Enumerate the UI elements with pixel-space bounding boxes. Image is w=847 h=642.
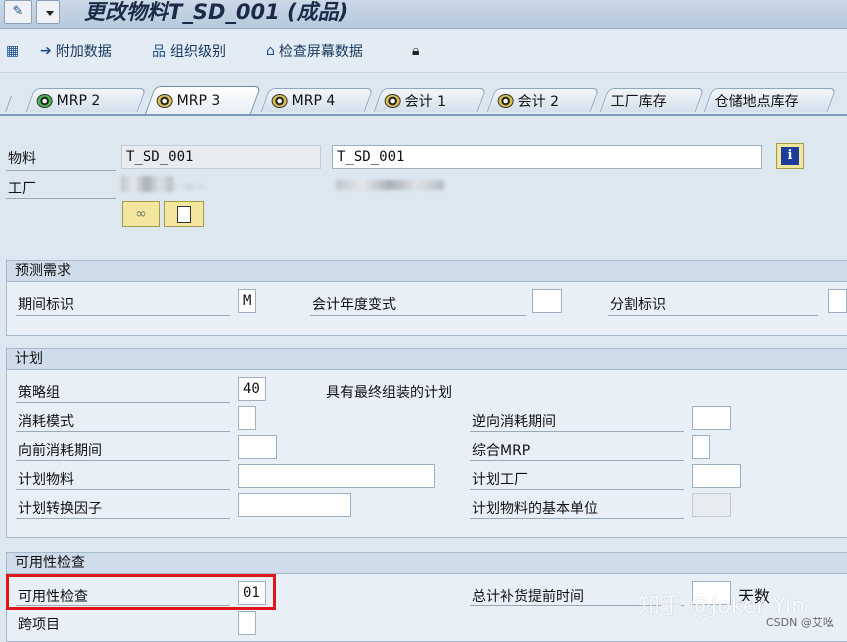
document-icon <box>177 205 191 223</box>
tab-accounting-2[interactable]: 会计 2 <box>486 88 600 112</box>
consumption-mode-field[interactable] <box>238 406 256 430</box>
planning-plant-label: 计划工厂 <box>472 472 528 488</box>
check-data-icon: ⌂ <box>266 43 275 59</box>
tab-label: 工厂库存 <box>610 93 667 110</box>
divider <box>6 170 116 171</box>
planning-material-label: 计划物料 <box>18 472 74 488</box>
plant-value-redacted <box>121 176 173 192</box>
forecast-group-title: 预测需求 <box>6 260 847 282</box>
availability-group-title: 可用性检查 <box>6 552 847 574</box>
info-button[interactable]: i <box>776 143 804 169</box>
mixed-mrp-field[interactable] <box>692 435 710 459</box>
strategy-group-field[interactable]: 40 <box>238 377 266 401</box>
divider <box>16 489 230 490</box>
conversion-factor-field[interactable] <box>238 493 351 517</box>
views-icon: ▦ <box>6 43 20 59</box>
lock-button[interactable]: 🔒︎ <box>412 40 419 62</box>
availability-check-label: 可用性检查 <box>18 589 88 605</box>
forward-consumption-field[interactable] <box>238 435 277 459</box>
org-levels-label: 组织级别 <box>170 44 226 60</box>
divider <box>16 518 230 519</box>
plant-description-redacted <box>336 180 444 190</box>
planning-uom-label: 计划物料的基本单位 <box>472 501 598 517</box>
divider <box>470 431 684 432</box>
glasses-display-button[interactable]: ∞ <box>122 201 160 227</box>
strategy-group-description: 具有最终组装的计划 <box>326 385 452 401</box>
tab-label: 会计 2 <box>517 93 560 110</box>
status-yellow-icon <box>271 93 288 108</box>
additional-data-button[interactable]: ➔ 附加数据 <box>40 40 112 62</box>
conversion-factor-label: 计划转换因子 <box>18 501 102 517</box>
divider <box>6 198 116 199</box>
plant-label: 工厂 <box>8 181 36 197</box>
display-change-icon[interactable]: ✎ <box>4 0 32 24</box>
tab-storage-location-stock[interactable]: 仓储地点库存 <box>703 88 837 112</box>
divider <box>310 315 526 316</box>
cross-project-label: 跨项目 <box>18 617 60 633</box>
period-indicator-label: 期间标识 <box>18 297 74 313</box>
redaction <box>174 184 204 189</box>
status-green-icon <box>36 93 53 108</box>
lock-icon: 🔒︎ <box>412 43 420 59</box>
csdn-watermark: CSDN @艾吆 <box>766 616 834 629</box>
window-title: 更改物料T_SD_001 (成品) <box>84 0 349 24</box>
org-levels-button[interactable]: 品 组织级别 <box>152 40 226 62</box>
cross-project-checkbox[interactable] <box>238 611 256 635</box>
status-yellow-icon <box>497 93 514 108</box>
check-screen-data-label: 检查屏幕数据 <box>278 44 363 60</box>
material-number-field: T_SD_001 <box>121 145 321 169</box>
planning-plant-field[interactable] <box>692 464 741 488</box>
dropdown-menu-icon[interactable] <box>36 0 60 24</box>
divider <box>16 431 230 432</box>
planning-material-field[interactable] <box>238 464 435 488</box>
status-yellow-icon <box>156 93 173 108</box>
tab-label: MRP 4 <box>291 92 336 109</box>
arrow-right-icon: ➔ <box>40 43 52 59</box>
additional-data-label: 附加数据 <box>55 44 112 60</box>
tab-accounting-1[interactable]: 会计 1 <box>373 88 487 112</box>
tab-label: MRP 2 <box>56 92 101 109</box>
consumption-mode-label: 消耗模式 <box>18 414 74 430</box>
org-structure-icon: 品 <box>152 44 166 60</box>
tab-mrp-2[interactable]: MRP 2 <box>25 88 147 112</box>
glasses-icon: ∞ <box>135 206 147 222</box>
backward-consumption-field[interactable] <box>692 406 731 430</box>
availability-check-field[interactable]: 01 <box>238 581 266 605</box>
splitting-indicator-field[interactable] <box>828 289 847 313</box>
check-screen-data-button[interactable]: ⌂ 检查屏幕数据 <box>266 40 363 62</box>
splitting-indicator-label: 分割标识 <box>610 297 666 313</box>
planning-uom-field <box>692 493 731 517</box>
info-icon: i <box>781 147 799 165</box>
divider <box>16 402 230 403</box>
divider <box>16 605 230 606</box>
tab-mrp-3[interactable]: MRP 3 <box>144 86 262 114</box>
planning-group-title: 计划 <box>6 348 847 370</box>
mixed-mrp-label: 综合MRP <box>472 443 531 459</box>
status-yellow-icon <box>384 93 401 108</box>
divider <box>16 315 230 316</box>
divider <box>470 460 684 461</box>
divider <box>470 489 684 490</box>
tab-label: MRP 3 <box>176 92 221 109</box>
total-replenishment-lead-time-label: 总计补货提前时间 <box>472 589 584 605</box>
strategy-group-label: 策略组 <box>18 385 60 401</box>
fiscal-year-variant-label: 会计年度变式 <box>312 297 396 313</box>
create-document-button[interactable] <box>164 201 204 227</box>
divider <box>608 315 818 316</box>
tab-plant-stock[interactable]: 工厂库存 <box>599 88 705 112</box>
tab-mrp-4[interactable]: MRP 4 <box>260 88 374 112</box>
material-label: 物料 <box>8 151 36 167</box>
divider <box>16 460 230 461</box>
period-indicator-field[interactable]: M <box>238 289 256 313</box>
forward-consumption-label: 向前消耗期间 <box>18 443 102 459</box>
backward-consumption-label: 逆向消耗期间 <box>472 414 556 430</box>
fiscal-year-variant-field[interactable] <box>532 289 562 313</box>
application-toolbar <box>0 30 847 73</box>
divider <box>470 518 684 519</box>
tab-label: 会计 1 <box>404 93 447 110</box>
tab-label: 仓储地点库存 <box>714 93 799 110</box>
material-description-field[interactable]: T_SD_001 <box>332 145 762 169</box>
select-views-button[interactable]: ▦ <box>6 40 19 62</box>
